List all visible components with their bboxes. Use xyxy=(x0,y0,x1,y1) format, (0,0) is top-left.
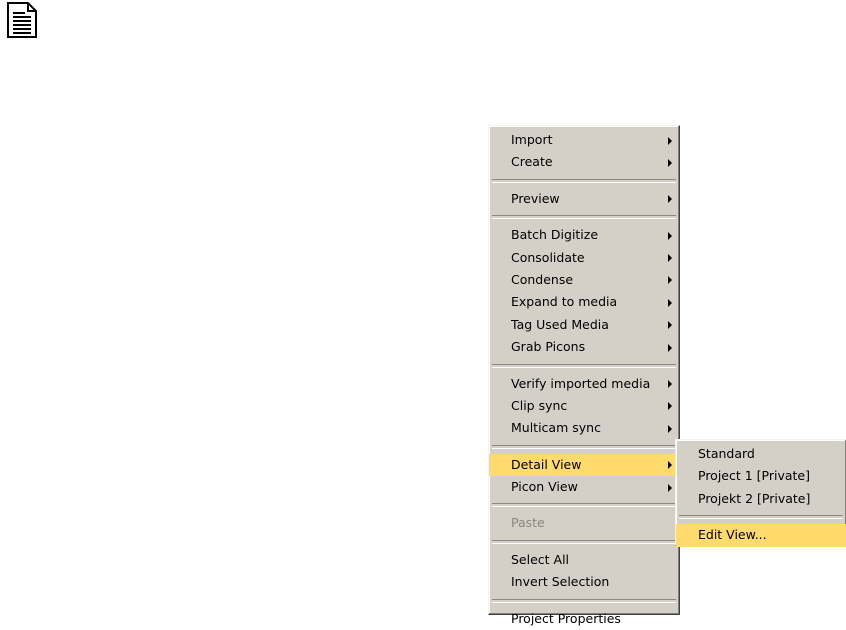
menu-item-label: Multicam sync xyxy=(511,420,601,436)
menu-item-label: Clip sync xyxy=(511,397,568,413)
menu-item-label: Select All xyxy=(511,551,570,567)
menu-item-paste: Paste xyxy=(489,512,679,534)
menu-item-condense[interactable]: Condense xyxy=(489,269,679,291)
menu-item-label: Paste xyxy=(511,515,545,531)
menu-separator xyxy=(492,215,676,220)
menu-item-label: Condense xyxy=(511,271,574,287)
menu-item-label: Verify imported media xyxy=(511,375,651,391)
menu-item-label: Import xyxy=(511,132,553,147)
submenu-arrow-icon xyxy=(668,276,672,285)
menu-item-label: Picon View xyxy=(511,479,578,495)
menu-item-label: Project 1 [Private] xyxy=(698,468,810,484)
menu-separator xyxy=(492,539,676,544)
menu-item-label: Standard xyxy=(698,446,755,461)
menu-item-invert-selection[interactable]: Invert Selection xyxy=(489,571,679,593)
menu-item-detail-view[interactable]: Detail View xyxy=(489,453,679,477)
menu-separator xyxy=(492,178,676,183)
submenu-arrow-icon xyxy=(668,195,672,204)
menu-item-label: Batch Digitize xyxy=(511,227,599,243)
submenu-arrow-icon xyxy=(668,136,672,145)
submenu-arrow-icon xyxy=(668,158,672,167)
menu-item-expand-to-media[interactable]: Expand to media xyxy=(489,291,679,313)
menu-item-label: Expand to media xyxy=(511,294,618,310)
submenu-item-edit-view[interactable]: Edit View... xyxy=(676,524,846,547)
menu-item-label: Create xyxy=(511,154,553,170)
submenu-arrow-icon xyxy=(668,424,672,433)
submenu-arrow-icon xyxy=(668,461,672,470)
menu-item-label: Preview xyxy=(511,190,560,206)
menu-item-label: Projekt 2 [Private] xyxy=(698,490,811,506)
document-note-icon xyxy=(7,2,37,38)
submenu-arrow-icon xyxy=(668,321,672,330)
menu-item-label: Consolidate xyxy=(511,249,585,265)
submenu-arrow-icon xyxy=(668,380,672,389)
menu-item-label: Detail View xyxy=(511,456,582,472)
menu-item-label: Invert Selection xyxy=(511,574,610,590)
detail-view-submenu: Standard Project 1 [Private] Projekt 2 [Pr… xyxy=(675,439,846,547)
menu-item-create[interactable]: Create xyxy=(489,151,679,173)
submenu-arrow-icon xyxy=(668,298,672,307)
menu-item-select-all[interactable]: Select All xyxy=(489,549,679,571)
submenu-item-standard[interactable]: Standard xyxy=(676,443,846,465)
menu-item-import[interactable]: Import xyxy=(489,129,679,151)
menu-separator xyxy=(492,444,676,449)
submenu-arrow-icon xyxy=(668,254,672,263)
menu-item-batch-digitize[interactable]: Batch Digitize xyxy=(489,224,679,246)
menu-item-label: Edit View... xyxy=(698,527,767,543)
submenu-arrow-icon xyxy=(668,343,672,352)
menu-item-preview[interactable]: Preview xyxy=(489,188,679,210)
menu-separator xyxy=(492,503,676,508)
menu-item-label: Tag Used Media xyxy=(511,316,609,332)
menu-item-verify-imported-media[interactable]: Verify imported media xyxy=(489,373,679,395)
menu-separator xyxy=(492,598,676,603)
submenu-item-project-1-private[interactable]: Project 1 [Private] xyxy=(676,465,846,487)
submenu-arrow-icon xyxy=(668,402,672,411)
menu-item-grab-picons[interactable]: Grab Picons xyxy=(489,336,679,358)
menu-item-project-properties[interactable]: Project Properties xyxy=(489,608,679,630)
menu-item-multicam-sync[interactable]: Multicam sync xyxy=(489,417,679,439)
menu-item-label: Grab Picons xyxy=(511,339,586,355)
menu-separator xyxy=(679,515,843,520)
menu-item-clip-sync[interactable]: Clip sync xyxy=(489,395,679,417)
menu-separator xyxy=(492,363,676,368)
submenu-item-projekt-2-private[interactable]: Projekt 2 [Private] xyxy=(676,488,846,510)
menu-item-picon-view[interactable]: Picon View xyxy=(489,476,679,498)
context-menu: Import Create Preview Batch Digitize Consoli… xyxy=(488,125,680,626)
menu-item-consolidate[interactable]: Consolidate xyxy=(489,247,679,269)
menu-item-tag-used-media[interactable]: Tag Used Media xyxy=(489,314,679,336)
menu-item-label: Project Properties xyxy=(511,610,621,626)
submenu-arrow-icon xyxy=(668,483,672,492)
submenu-arrow-icon xyxy=(668,231,672,240)
